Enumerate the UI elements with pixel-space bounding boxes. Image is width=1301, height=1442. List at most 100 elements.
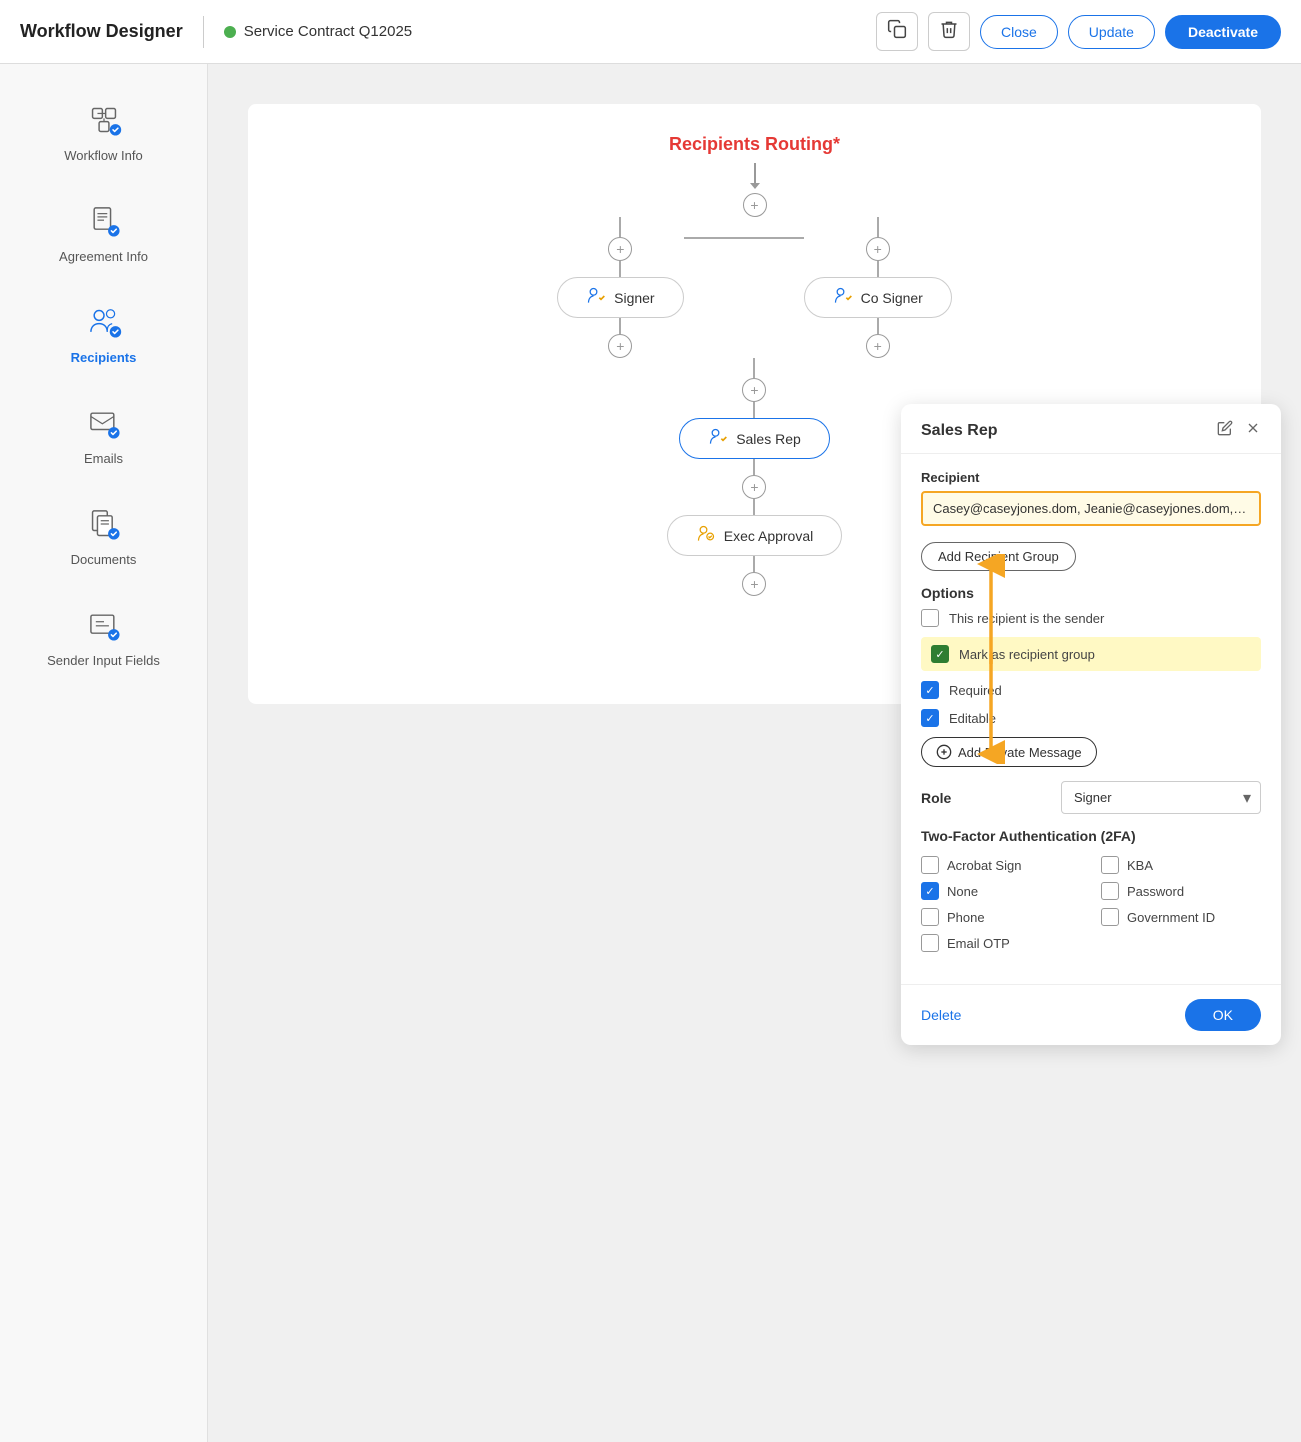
connector-line-1 xyxy=(754,163,756,183)
twofa-government-id-label: Government ID xyxy=(1127,910,1215,925)
sidebar-item-documents[interactable]: Documents xyxy=(24,488,184,581)
add-node-button-right[interactable]: + xyxy=(866,237,890,261)
app-body: Workflow Info Agreement Info xyxy=(0,64,1301,1442)
mark-group-highlight-row: Mark as recipient group xyxy=(921,637,1261,671)
header-actions: Close Update Deactivate xyxy=(876,12,1281,51)
twofa-email-otp: Email OTP xyxy=(921,934,1081,952)
main-content: Recipients Routing* + + xyxy=(208,64,1301,1442)
documents-icon-wrapper xyxy=(82,502,126,546)
twofa-email-otp-checkbox[interactable] xyxy=(921,934,939,952)
twofa-kba: KBA xyxy=(1101,856,1261,874)
twofa-password-checkbox[interactable] xyxy=(1101,882,1119,900)
update-button[interactable]: Update xyxy=(1068,15,1155,49)
add-node-button-left-bottom[interactable]: + xyxy=(608,334,632,358)
sidebar-item-label: Documents xyxy=(71,552,137,567)
signer-node[interactable]: Signer xyxy=(557,277,683,318)
add-node-button-bottom[interactable]: + xyxy=(742,572,766,596)
edit-icon-button[interactable] xyxy=(1217,420,1233,441)
exec-approval-node-label: Exec Approval xyxy=(724,528,814,544)
twofa-phone-checkbox[interactable] xyxy=(921,908,939,926)
twofa-kba-checkbox[interactable] xyxy=(1101,856,1119,874)
sales-rep-popup: Sales Rep xyxy=(901,404,1281,1045)
add-node-button-left[interactable]: + xyxy=(608,237,632,261)
app-title: Workflow Designer xyxy=(20,21,183,42)
add-private-message-label: Add Private Message xyxy=(958,745,1082,760)
sales-rep-node-icon xyxy=(708,427,728,450)
sidebar-item-label: Recipients xyxy=(71,350,137,365)
sales-rep-node[interactable]: Sales Rep xyxy=(679,418,830,459)
sidebar-item-label: Workflow Info xyxy=(64,148,143,163)
delete-button[interactable]: Delete xyxy=(921,1007,961,1023)
sales-rep-node-label: Sales Rep xyxy=(736,431,801,447)
co-signer-node-icon xyxy=(833,286,853,309)
delete-icon-button[interactable] xyxy=(928,12,970,51)
sidebar-item-sender-input-fields[interactable]: Sender Input Fields xyxy=(24,589,184,682)
workflow-info-icon xyxy=(86,102,122,138)
close-button[interactable]: Close xyxy=(980,15,1058,49)
twofa-government-id: Government ID xyxy=(1101,908,1261,926)
twofa-none-checkbox[interactable] xyxy=(921,882,939,900)
deactivate-button[interactable]: Deactivate xyxy=(1165,15,1281,49)
mark-group-label: Mark as recipient group xyxy=(959,647,1095,662)
sidebar-item-recipients[interactable]: Recipients xyxy=(24,286,184,379)
required-checkbox[interactable] xyxy=(921,681,939,699)
right-branch: + Co Signer xyxy=(804,217,952,358)
sidebar: Workflow Info Agreement Info xyxy=(0,64,208,1442)
twofa-email-otp-label: Email OTP xyxy=(947,936,1010,951)
sidebar-item-label: Agreement Info xyxy=(59,249,148,264)
add-node-button-right-bottom[interactable]: + xyxy=(866,334,890,358)
popup-header: Sales Rep xyxy=(901,404,1281,454)
twofa-none-label: None xyxy=(947,884,978,899)
ok-button[interactable]: OK xyxy=(1185,999,1261,1031)
add-private-message-button[interactable]: Add Private Message xyxy=(921,737,1097,767)
branch-row: + Signer xyxy=(557,217,952,358)
editable-option-row: Editable xyxy=(921,709,1261,727)
branch-section: + Signer xyxy=(557,217,952,596)
role-row: Role Signer Approver Acceptor Form Fille… xyxy=(921,781,1261,814)
status-dot xyxy=(224,26,236,38)
twofa-acrobat-sign-checkbox[interactable] xyxy=(921,856,939,874)
role-label: Role xyxy=(921,790,951,806)
agreement-info-icon xyxy=(86,203,122,239)
h-connector xyxy=(684,237,804,239)
sender-checkbox[interactable] xyxy=(921,609,939,627)
routing-title-row: Recipients Routing* xyxy=(669,134,840,155)
header-divider xyxy=(203,16,204,48)
editable-option-label: Editable xyxy=(949,711,996,726)
close-popup-button[interactable] xyxy=(1245,420,1261,441)
required-option-label: Required xyxy=(949,683,1002,698)
exec-approval-node[interactable]: Exec Approval xyxy=(667,515,843,556)
sidebar-item-agreement-info[interactable]: Agreement Info xyxy=(24,185,184,278)
copy-icon-button[interactable] xyxy=(876,12,918,51)
popup-title: Sales Rep xyxy=(921,422,997,440)
agreement-info-icon-wrapper xyxy=(82,199,126,243)
co-signer-node-label: Co Signer xyxy=(861,290,923,306)
add-node-button-1[interactable]: + xyxy=(743,193,767,217)
signer-node-label: Signer xyxy=(614,290,654,306)
sender-input-fields-icon-wrapper xyxy=(82,603,126,647)
twofa-title: Two-Factor Authentication (2FA) xyxy=(921,828,1261,844)
signer-node-icon xyxy=(586,286,606,309)
popup-footer: Delete OK xyxy=(901,984,1281,1045)
twofa-phone: Phone xyxy=(921,908,1081,926)
mark-group-checkbox[interactable] xyxy=(931,645,949,663)
add-node-button-below-sales[interactable]: + xyxy=(742,475,766,499)
recipients-icon xyxy=(86,304,122,340)
twofa-government-id-checkbox[interactable] xyxy=(1101,908,1119,926)
sidebar-item-workflow-info[interactable]: Workflow Info xyxy=(24,84,184,177)
twofa-grid: Acrobat Sign KBA None Pass xyxy=(921,856,1261,952)
sender-input-fields-icon xyxy=(86,607,122,643)
contract-info: Service Contract Q12025 xyxy=(224,23,412,40)
add-node-button-merge[interactable]: + xyxy=(742,378,766,402)
role-select[interactable]: Signer Approver Acceptor Form Filler Cer… xyxy=(1061,781,1261,814)
co-signer-node[interactable]: Co Signer xyxy=(804,277,952,318)
sidebar-item-emails[interactable]: Emails xyxy=(24,387,184,480)
emails-icon xyxy=(86,405,122,441)
recipient-input[interactable] xyxy=(921,491,1261,526)
role-select-wrapper: Signer Approver Acceptor Form Filler Cer… xyxy=(1061,781,1261,814)
recipients-icon-wrapper xyxy=(82,300,126,344)
editable-checkbox[interactable] xyxy=(921,709,939,727)
left-branch: + Signer xyxy=(557,217,683,358)
twofa-phone-label: Phone xyxy=(947,910,985,925)
add-recipient-group-button[interactable]: Add Recipient Group xyxy=(921,542,1076,571)
